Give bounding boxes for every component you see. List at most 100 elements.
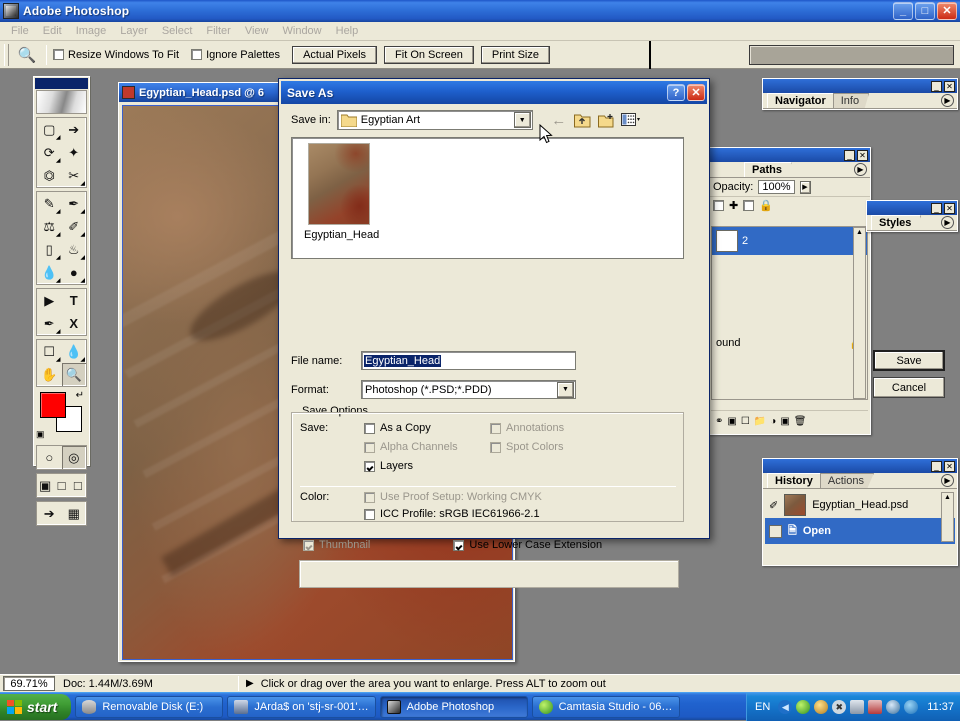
- notes-tool[interactable]: X: [62, 312, 87, 335]
- volume-tray-icon[interactable]: [886, 699, 901, 714]
- dodge-burn-tool[interactable]: ● ◢: [62, 261, 87, 284]
- new-folder-icon[interactable]: [595, 109, 619, 131]
- palette-menu-icon[interactable]: ▶: [941, 474, 954, 487]
- chevron-down-icon[interactable]: ▼: [557, 381, 574, 398]
- cancel-button[interactable]: Cancel: [873, 377, 945, 398]
- layers-checkbox[interactable]: Layers: [364, 460, 413, 472]
- language-indicator[interactable]: EN: [755, 701, 770, 713]
- brush-tool[interactable]: ✒ ◢: [62, 192, 87, 216]
- dialog-titlebar[interactable]: Save As ? ✕: [281, 81, 707, 104]
- lasso-tool[interactable]: ⟳ ◢: [37, 141, 62, 165]
- history-scrollbar[interactable]: ▲: [941, 492, 954, 542]
- shape-tool[interactable]: ☐ ◢: [37, 340, 62, 364]
- resize-windows-to-fit-checkbox[interactable]: Resize Windows To Fit: [53, 49, 179, 61]
- blur-tool[interactable]: 💧 ◢: [37, 261, 62, 285]
- standard-mask-mode-icon[interactable]: ○: [37, 446, 62, 469]
- palette-titlebar[interactable]: _ ✕: [763, 459, 957, 473]
- eyedropper-tool[interactable]: 💧 ◢: [62, 340, 87, 364]
- taskbar-item-network-drive[interactable]: JArda$ on 'stj-sr-001'…: [227, 695, 376, 718]
- swap-colors-icon[interactable]: ↵: [76, 390, 84, 401]
- chevron-left-icon[interactable]: ◀: [778, 699, 793, 714]
- slice-tool[interactable]: ✂ ◢: [62, 164, 87, 188]
- tab-styles[interactable]: Styles: [871, 215, 922, 230]
- adjustment-layer-icon[interactable]: ◑: [770, 416, 776, 427]
- start-button[interactable]: start: [0, 693, 72, 720]
- history-brush-source-box[interactable]: [769, 524, 782, 538]
- menu-edit[interactable]: Edit: [36, 23, 69, 39]
- palette-well[interactable]: [748, 44, 954, 65]
- type-tool[interactable]: T: [62, 289, 87, 312]
- status-menu-arrow-icon[interactable]: ▶: [239, 678, 261, 689]
- ignore-palettes-checkbox[interactable]: Ignore Palettes: [191, 49, 280, 61]
- file-name-input[interactable]: Egyptian_Head: [361, 351, 576, 370]
- add-style-icon[interactable]: ▣: [727, 416, 736, 427]
- close-icon[interactable]: ✕: [944, 460, 955, 472]
- default-colors-icon[interactable]: ▣: [36, 429, 45, 440]
- menu-view[interactable]: View: [238, 23, 276, 39]
- fit-on-screen-button[interactable]: Fit On Screen: [384, 45, 474, 64]
- taskbar-clock[interactable]: 11:37: [927, 701, 954, 713]
- palette-titlebar[interactable]: _ ✕: [709, 148, 870, 162]
- maximize-button[interactable]: □: [915, 2, 935, 20]
- close-icon[interactable]: ✕: [944, 202, 955, 214]
- move-tool[interactable]: ➔: [62, 118, 87, 141]
- camtasia-tray-icon[interactable]: [796, 699, 811, 714]
- chevron-down-icon[interactable]: ▼: [513, 112, 531, 128]
- close-button[interactable]: ✕: [937, 2, 957, 20]
- quick-mask-mode-icon[interactable]: ◎: [61, 446, 86, 469]
- save-button[interactable]: Save: [873, 350, 945, 371]
- eraser-tool[interactable]: ▯ ◢: [37, 238, 62, 262]
- update-tray-icon[interactable]: [904, 699, 919, 714]
- layer-row[interactable]: ound 🔒: [712, 329, 867, 357]
- menu-filter[interactable]: Filter: [199, 23, 237, 39]
- hand-tool[interactable]: ✋: [37, 363, 62, 386]
- file-list-view[interactable]: Egyptian_Head: [291, 137, 684, 259]
- toolbox-titlebar[interactable]: [35, 78, 88, 89]
- tab-paths[interactable]: Paths: [744, 162, 792, 177]
- tab-history[interactable]: History: [767, 473, 823, 488]
- list-item[interactable]: Egyptian_Head: [304, 143, 379, 241]
- path-selection-tool[interactable]: ▶: [37, 289, 62, 312]
- shield-tray-icon[interactable]: ✖: [832, 699, 847, 714]
- new-group-icon[interactable]: 📁: [754, 416, 766, 427]
- dialog-close-button[interactable]: ✕: [687, 84, 705, 101]
- icc-profile-checkbox[interactable]: ICC Profile: sRGB IEC61966-2.1: [364, 508, 540, 520]
- menu-window[interactable]: Window: [276, 23, 329, 39]
- palette-menu-icon[interactable]: ▶: [854, 163, 867, 176]
- print-size-button[interactable]: Print Size: [480, 45, 550, 64]
- new-layer-icon[interactable]: ▣: [780, 416, 789, 427]
- link-icon[interactable]: ⚭: [715, 416, 723, 427]
- palette-menu-icon[interactable]: ▶: [941, 94, 954, 107]
- opacity-spinner-icon[interactable]: ▶: [799, 180, 811, 194]
- gradient-paint-bucket-tool[interactable]: ♨ ◢: [62, 238, 87, 262]
- zoom-tool[interactable]: 🔍: [61, 363, 86, 386]
- as-a-copy-checkbox[interactable]: As a Copy: [364, 422, 431, 434]
- help-button[interactable]: ?: [667, 84, 685, 101]
- layers-scrollbar[interactable]: ▲: [853, 227, 866, 399]
- marquee-tool[interactable]: ▢ ◢: [37, 118, 62, 142]
- history-state-row[interactable]: 🗎 Open: [765, 518, 955, 544]
- healing-brush-tool[interactable]: ✎ ◢: [37, 192, 62, 216]
- palette-titlebar[interactable]: _ ✕: [763, 79, 957, 93]
- close-icon[interactable]: ✕: [857, 149, 868, 161]
- history-snapshot-row[interactable]: ✐ Egyptian_Head.psd: [765, 492, 955, 518]
- clone-stamp-tool[interactable]: ⚖ ◢: [37, 215, 62, 239]
- taskbar-item-camtasia-studio[interactable]: Camtasia Studio - 06…: [531, 695, 680, 718]
- taskbar-item-removable-disk[interactable]: Removable Disk (E:): [75, 695, 224, 718]
- use-lower-case-extension-checkbox[interactable]: Use Lower Case Extension: [453, 539, 602, 551]
- add-mask-icon[interactable]: ☐: [741, 416, 750, 427]
- lock-transparency-checkbox[interactable]: [713, 200, 724, 211]
- format-dropdown[interactable]: Photoshop (*.PSD;*.PDD) ▼: [361, 380, 576, 399]
- tab-info[interactable]: Info: [832, 93, 870, 108]
- palette-menu-icon[interactable]: ▶: [941, 216, 954, 229]
- zoom-level-field[interactable]: 69.71%: [3, 676, 55, 691]
- history-brush-tool[interactable]: ✐ ◢: [62, 215, 87, 239]
- lock-position-checkbox[interactable]: [743, 200, 755, 211]
- tab-actions[interactable]: Actions: [819, 473, 874, 488]
- menu-layer[interactable]: Layer: [113, 23, 155, 39]
- menu-select[interactable]: Select: [155, 23, 200, 39]
- opacity-value[interactable]: 100%: [758, 180, 795, 194]
- layer-row[interactable]: 2: [712, 227, 867, 255]
- minimize-button[interactable]: _: [893, 2, 913, 20]
- minimize-icon[interactable]: _: [844, 149, 855, 161]
